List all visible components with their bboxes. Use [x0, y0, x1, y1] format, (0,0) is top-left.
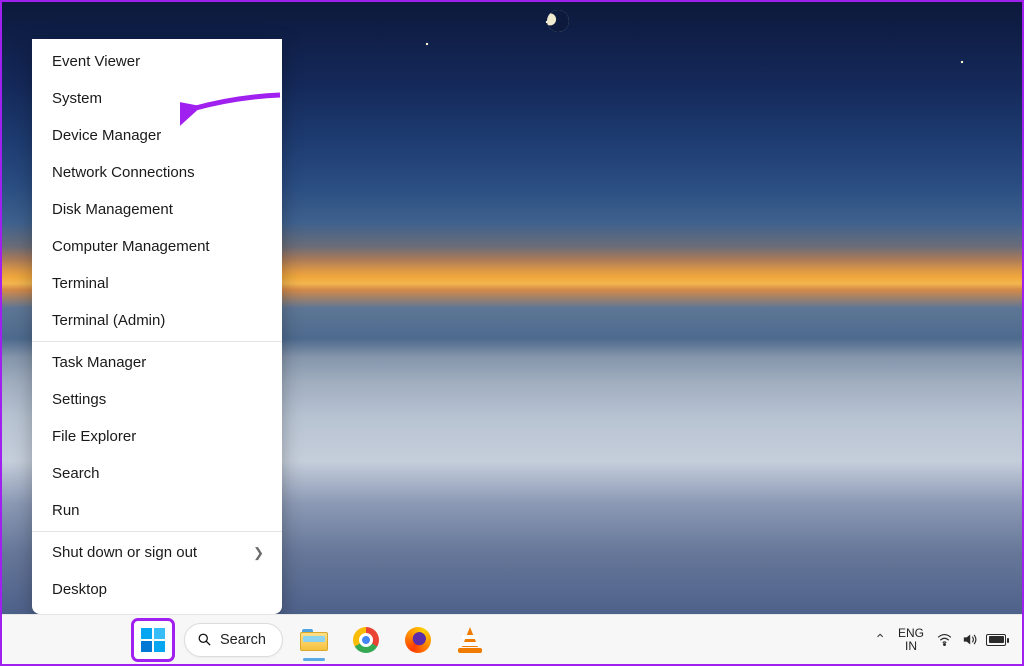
menu-item-event-viewer[interactable]: Event Viewer [32, 43, 282, 80]
menu-item-task-manager[interactable]: Task Manager [32, 344, 282, 381]
menu-item-label: Search [52, 465, 100, 482]
vlc-icon [458, 627, 482, 653]
menu-separator [32, 341, 282, 342]
menu-item-label: System [52, 90, 102, 107]
menu-item-terminal-admin[interactable]: Terminal (Admin) [32, 302, 282, 339]
taskbar-vlc[interactable] [449, 619, 491, 661]
system-icons[interactable] [936, 631, 1006, 648]
taskbar-tray: ⌃ ENG IN [874, 627, 1022, 653]
search-icon [197, 632, 212, 647]
menu-item-label: Event Viewer [52, 53, 140, 70]
wifi-icon [936, 631, 953, 648]
winx-power-menu: Event Viewer System Device Manager Netwo… [32, 39, 282, 614]
menu-item-search[interactable]: Search [32, 455, 282, 492]
menu-item-label: Terminal (Admin) [52, 312, 165, 329]
search-label: Search [220, 632, 266, 648]
taskbar-center: Search [132, 619, 491, 661]
tray-overflow-chevron-icon[interactable]: ⌃ [874, 631, 886, 648]
taskbar-firefox[interactable] [397, 619, 439, 661]
active-app-underline [303, 658, 325, 661]
menu-item-label: Device Manager [52, 127, 161, 144]
file-explorer-icon [300, 629, 328, 651]
menu-item-label: Computer Management [52, 238, 210, 255]
menu-separator [32, 531, 282, 532]
chrome-icon [353, 627, 379, 653]
menu-item-desktop[interactable]: Desktop [32, 571, 282, 608]
start-button[interactable] [132, 619, 174, 661]
language-indicator[interactable]: ENG IN [898, 627, 924, 653]
chevron-right-icon: ❯ [253, 545, 264, 561]
menu-item-label: Network Connections [52, 164, 195, 181]
language-primary: ENG [898, 627, 924, 640]
menu-item-label: File Explorer [52, 428, 136, 445]
menu-item-disk-management[interactable]: Disk Management [32, 191, 282, 228]
menu-item-label: Desktop [52, 581, 107, 598]
menu-item-settings[interactable]: Settings [32, 381, 282, 418]
menu-item-computer-management[interactable]: Computer Management [32, 228, 282, 265]
menu-item-network-connections[interactable]: Network Connections [32, 154, 282, 191]
firefox-icon [405, 627, 431, 653]
battery-icon [986, 634, 1006, 646]
menu-item-label: Run [52, 502, 80, 519]
menu-item-system[interactable]: System [32, 80, 282, 117]
taskbar-chrome[interactable] [345, 619, 387, 661]
taskbar-search[interactable]: Search [184, 623, 283, 657]
menu-item-terminal[interactable]: Terminal [32, 265, 282, 302]
menu-item-label: Disk Management [52, 201, 173, 218]
menu-item-shutdown-signout[interactable]: Shut down or sign out ❯ [32, 534, 282, 571]
menu-item-label: Shut down or sign out [52, 544, 197, 561]
moon-graphic [544, 7, 572, 35]
taskbar-file-explorer[interactable] [293, 619, 335, 661]
windows-logo-icon [141, 628, 165, 652]
menu-item-device-manager[interactable]: Device Manager [32, 117, 282, 154]
menu-item-label: Terminal [52, 275, 109, 292]
menu-item-run[interactable]: Run [32, 492, 282, 529]
taskbar: Search ⌃ ENG IN [2, 614, 1022, 664]
language-secondary: IN [898, 640, 924, 653]
menu-item-file-explorer[interactable]: File Explorer [32, 418, 282, 455]
menu-item-label: Settings [52, 391, 106, 408]
sound-icon [961, 631, 978, 648]
menu-item-label: Task Manager [52, 354, 146, 371]
